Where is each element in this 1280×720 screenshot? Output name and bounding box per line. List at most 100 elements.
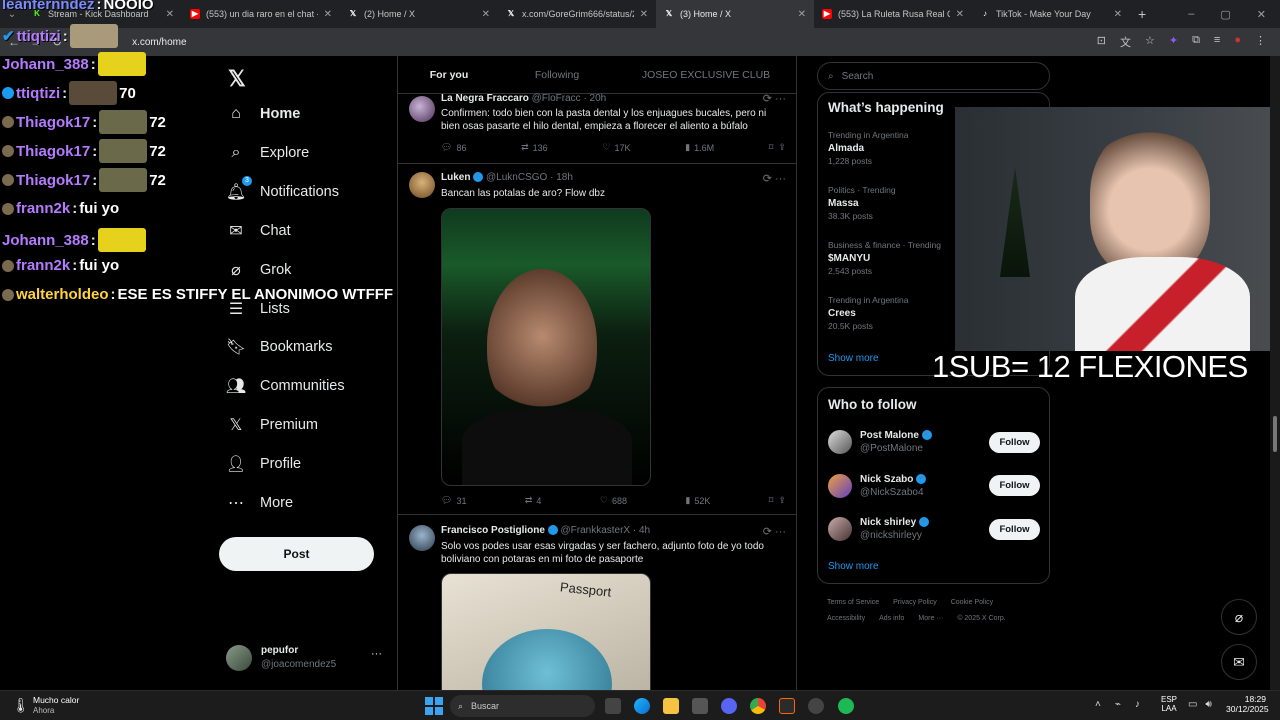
tweet[interactable]: La Negra Fraccaro @FloFracc · 20h ⟳ ··· … [398, 93, 796, 164]
sidebar-item-profile[interactable]: 👤︎ Profile [226, 454, 301, 474]
chat-username[interactable]: leanfernndez [2, 0, 95, 13]
tweet-handle[interactable]: @FrankkasterX [560, 525, 630, 536]
chat-username[interactable]: Thiagok17 [16, 143, 90, 160]
repost-button[interactable]: ⇄ 136 [521, 142, 548, 153]
follow-name[interactable]: Nick Szabo [860, 474, 913, 485]
taskbar-search-input[interactable]: ⌕ Buscar [450, 695, 595, 717]
tweet[interactable]: Francisco Postiglione ✓ @FrankkasterX · … [398, 515, 796, 690]
footer-link[interactable]: More ··· [918, 615, 943, 622]
close-tab-icon[interactable]: ✕ [956, 9, 964, 20]
weather-title[interactable]: Mucho calor [33, 695, 79, 705]
follow-button[interactable]: Follow [989, 518, 1040, 540]
close-tab-icon[interactable]: ✕ [166, 9, 174, 20]
browser-tab[interactable]: 𝕏 (3) Home / X ✕ [656, 0, 814, 28]
chat-username[interactable]: frann2k [16, 257, 70, 274]
sidebar-item-chat[interactable]: ✉ Chat [226, 221, 290, 241]
browser-tab[interactable]: 𝕏 (2) Home / X ✕ [340, 0, 498, 28]
trend-item[interactable]: Business & finance · Trending $MANYU 2,543… [828, 239, 941, 278]
language-indicator[interactable]: ESP LAA [1161, 695, 1177, 713]
chat-username[interactable]: Thiagok17 [16, 114, 90, 131]
chat-username[interactable]: ttiqtizi [16, 85, 60, 102]
follow-suggestion[interactable]: Post Malone ✓ @PostMalone Follow [828, 426, 1040, 458]
grok-fab-icon[interactable]: ⌀ [1221, 599, 1257, 635]
views-button[interactable]: ▮ 52K [685, 495, 710, 506]
scrollbar-thumb[interactable] [1273, 416, 1277, 452]
install-icon[interactable]: ⊡ [1097, 34, 1106, 50]
tweet[interactable]: Luken ✓ @LuknCSGO · 18h ⟳ ··· Bancan las… [398, 164, 796, 515]
follow-suggestion[interactable]: Nick Szabo ✓ @NickSzabo4 Follow [828, 470, 1040, 502]
close-window-icon[interactable]: ✕ [1257, 8, 1266, 21]
like-button[interactable]: ♡ 688 [600, 495, 627, 506]
close-tab-icon[interactable]: ✕ [640, 9, 648, 20]
mic-icon[interactable]: ♪ [1135, 699, 1140, 710]
avatar[interactable] [409, 96, 435, 122]
kick-studio-icon[interactable] [779, 698, 795, 714]
avatar[interactable] [409, 172, 435, 198]
tweet-author[interactable]: Luken [441, 172, 470, 183]
follow-name[interactable]: Post Malone [860, 430, 919, 441]
task-view-icon[interactable] [605, 698, 621, 714]
chevron-up-icon[interactable]: ˄ [1095, 699, 1101, 710]
store-icon[interactable] [692, 698, 708, 714]
network-icon[interactable]: ⌁ [1115, 699, 1121, 710]
avatar[interactable] [828, 517, 852, 541]
trend-item[interactable]: Trending in Argentina Crees 20.5K posts [828, 294, 909, 333]
close-tab-icon[interactable]: ✕ [482, 9, 490, 20]
media-icon[interactable]: ≡ [1214, 34, 1220, 50]
discord-icon[interactable] [721, 698, 737, 714]
bookmark-share[interactable]: ⌑ ⇪ [769, 495, 786, 506]
puzzle-icon[interactable]: ⧉ [1192, 34, 1200, 50]
chat-username[interactable]: Johann_388 [2, 232, 89, 249]
start-icon[interactable] [425, 697, 443, 715]
tweet-author[interactable]: La Negra Fraccaro [441, 93, 529, 104]
trend-item[interactable]: Trending in Argentina Almada 1,228 posts [828, 129, 909, 168]
obs-icon[interactable] [808, 698, 824, 714]
sidebar-item-premium[interactable]: 𝕏 Premium [226, 415, 318, 435]
maximize-icon[interactable]: ▢ [1220, 8, 1230, 21]
sidebar-item-communities[interactable]: 👥︎ Communities [226, 376, 345, 396]
close-tab-icon[interactable]: ✕ [324, 9, 332, 20]
scrollbar[interactable] [1270, 56, 1280, 690]
menu-icon[interactable]: ⋮ [1255, 34, 1266, 50]
quick-settings[interactable]: ▭ 🔊︎ [1188, 699, 1212, 710]
follow-button[interactable]: Follow [989, 431, 1040, 453]
star-icon[interactable]: ☆ [1145, 34, 1155, 50]
account-switcher[interactable]: pepufor @joacomendez5 ··· [226, 642, 386, 674]
browser-tab[interactable]: ▶ (553) un dia raro en el chat - Yo ✕ [182, 0, 340, 28]
post-button[interactable]: Post [219, 537, 374, 571]
avatar[interactable]: ● [1234, 34, 1241, 50]
chat-username[interactable]: ttiqtizi [17, 28, 61, 45]
tab-following[interactable]: Following [500, 56, 614, 93]
footer-link[interactable]: Terms of Service [827, 599, 879, 606]
chat-username[interactable]: walterholdeo [16, 286, 109, 303]
weather-icon[interactable]: 🌡︎ [12, 697, 30, 714]
close-tab-icon[interactable]: ✕ [798, 9, 806, 20]
sidebar-item-lists[interactable]: ☰ Lists [226, 299, 290, 319]
like-button[interactable]: ♡ 17K [602, 142, 630, 153]
sidebar-item-notifications[interactable]: 🔔︎ 3 Notifications [226, 175, 339, 202]
avatar[interactable] [828, 473, 852, 498]
show-more-link[interactable]: Show more [828, 353, 879, 364]
x-logo-icon[interactable]: 𝕏 [228, 66, 246, 92]
extension-icon[interactable]: ✦ [1169, 34, 1178, 50]
sidebar-item-grok[interactable]: ⌀ Grok [226, 260, 291, 280]
bookmark-share[interactable]: ⌑ ⇪ [769, 142, 786, 153]
sidebar-item-more[interactable]: ⋯ More [226, 493, 293, 513]
more-icon[interactable]: ⟳ ··· [763, 172, 786, 185]
system-tray[interactable]: ˄ ⌁ ♪ [1095, 699, 1140, 710]
new-tab-icon[interactable]: + [1138, 6, 1146, 22]
chat-username[interactable]: Johann_388 [2, 56, 89, 73]
footer-link[interactable]: Cookie Policy [951, 599, 993, 606]
chat-username[interactable]: Thiagok17 [16, 172, 90, 189]
tweet-author[interactable]: Francisco Postiglione [441, 525, 545, 536]
chrome-icon[interactable] [750, 698, 766, 714]
reply-button[interactable]: 💬︎ 86 [441, 142, 466, 153]
reply-button[interactable]: 💬︎ 31 [441, 495, 466, 506]
trend-item[interactable]: Politics · Trending Massa 38.3K posts [828, 184, 896, 223]
spotify-icon[interactable] [838, 698, 854, 714]
footer-link[interactable]: Accessibility [827, 615, 865, 622]
browser-tab[interactable]: ♪ TikTok - Make Your Day ✕ [972, 0, 1130, 28]
sidebar-item-bookmarks[interactable]: 🔖︎ Bookmarks [226, 337, 333, 357]
follow-button[interactable]: Follow [989, 475, 1040, 496]
clock[interactable]: 18:29 30/12/2025 [1226, 694, 1269, 714]
